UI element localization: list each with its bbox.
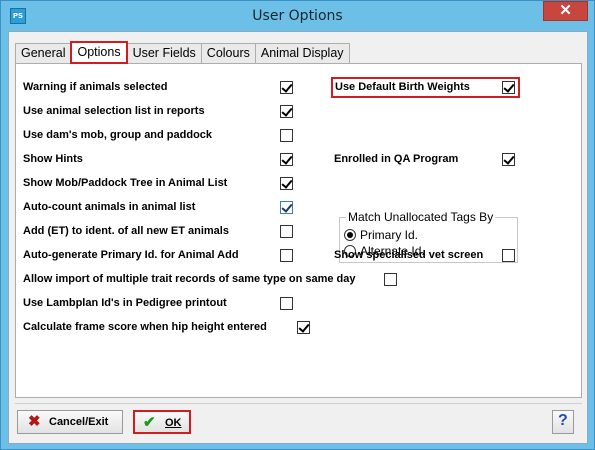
- option-label: Use animal selection list in reports: [23, 105, 205, 117]
- close-button[interactable]: ✕: [543, 1, 588, 21]
- mob-paddock-tree-checkbox[interactable]: [280, 177, 293, 190]
- option-label: Use Default Birth Weights: [335, 81, 470, 93]
- help-icon: ?: [558, 412, 568, 429]
- ok-label: OK: [165, 417, 182, 429]
- help-button[interactable]: ?: [552, 410, 574, 434]
- option-label: Auto-count animals in animal list: [23, 201, 196, 213]
- auto-count-checkbox[interactable]: [280, 201, 293, 214]
- option-label: Auto-generate Primary Id. for Animal Add: [23, 249, 239, 261]
- option-label: Show Hints: [23, 153, 83, 165]
- selection-list-reports-checkbox[interactable]: [280, 105, 293, 118]
- option-label: Use dam's mob, group and paddock: [23, 129, 213, 141]
- radio-label: Primary Id.: [360, 228, 419, 242]
- tab-strip: General Options User Fields Colours Anim…: [15, 41, 350, 64]
- option-label: Allow import of multiple trait records o…: [23, 273, 356, 285]
- option-label: Use Lambplan Id's in Pedigree printout: [23, 297, 227, 309]
- tab-general[interactable]: General: [15, 43, 72, 64]
- default-birth-weights-checkbox[interactable]: [502, 81, 515, 94]
- show-hints-checkbox[interactable]: [280, 153, 293, 166]
- auto-generate-id-checkbox[interactable]: [280, 249, 293, 262]
- tab-user-fields[interactable]: User Fields: [126, 43, 202, 64]
- cancel-label: Cancel/Exit: [49, 416, 109, 428]
- multiple-trait-records-checkbox[interactable]: [384, 273, 397, 286]
- button-bar: ✖ Cancel/Exit ✔ OK ?: [15, 403, 582, 440]
- option-label: Show Mob/Paddock Tree in Animal List: [23, 177, 228, 189]
- frame-score-checkbox[interactable]: [297, 321, 310, 334]
- qa-program-checkbox[interactable]: [502, 153, 515, 166]
- options-panel: Warning if animals selected Use animal s…: [15, 63, 582, 398]
- checkmark-icon: ✔: [143, 414, 156, 431]
- option-label: Warning if animals selected: [23, 81, 168, 93]
- window-title: User Options: [252, 8, 343, 24]
- tab-animal-display[interactable]: Animal Display: [254, 43, 350, 64]
- vet-screen-checkbox[interactable]: [502, 249, 515, 262]
- title-bar[interactable]: PS User Options ✕: [1, 1, 594, 31]
- option-label: Show specialised vet screen: [334, 249, 484, 261]
- tab-options[interactable]: Options: [70, 41, 128, 64]
- warning-selected-checkbox[interactable]: [280, 81, 293, 94]
- dams-mob-checkbox[interactable]: [280, 129, 293, 142]
- group-legend: Match Unallocated Tags By: [346, 210, 496, 224]
- option-label: Add (ET) to ident. of all new ET animals: [23, 225, 229, 237]
- tab-colours[interactable]: Colours: [200, 43, 256, 64]
- close-x-icon: ✖: [28, 413, 41, 430]
- option-label: Calculate frame score when hip height en…: [23, 321, 267, 333]
- lambplan-ids-checkbox[interactable]: [280, 297, 293, 310]
- primary-id-radio[interactable]: [344, 229, 356, 241]
- dialog-body: General Options User Fields Colours Anim…: [8, 31, 588, 444]
- ok-button[interactable]: ✔ OK: [133, 410, 191, 434]
- cancel-exit-button[interactable]: ✖ Cancel/Exit: [17, 410, 123, 434]
- add-et-checkbox[interactable]: [280, 225, 293, 238]
- user-options-window: PS User Options ✕ General Options User F…: [0, 0, 595, 450]
- option-label: Enrolled in QA Program: [334, 153, 459, 165]
